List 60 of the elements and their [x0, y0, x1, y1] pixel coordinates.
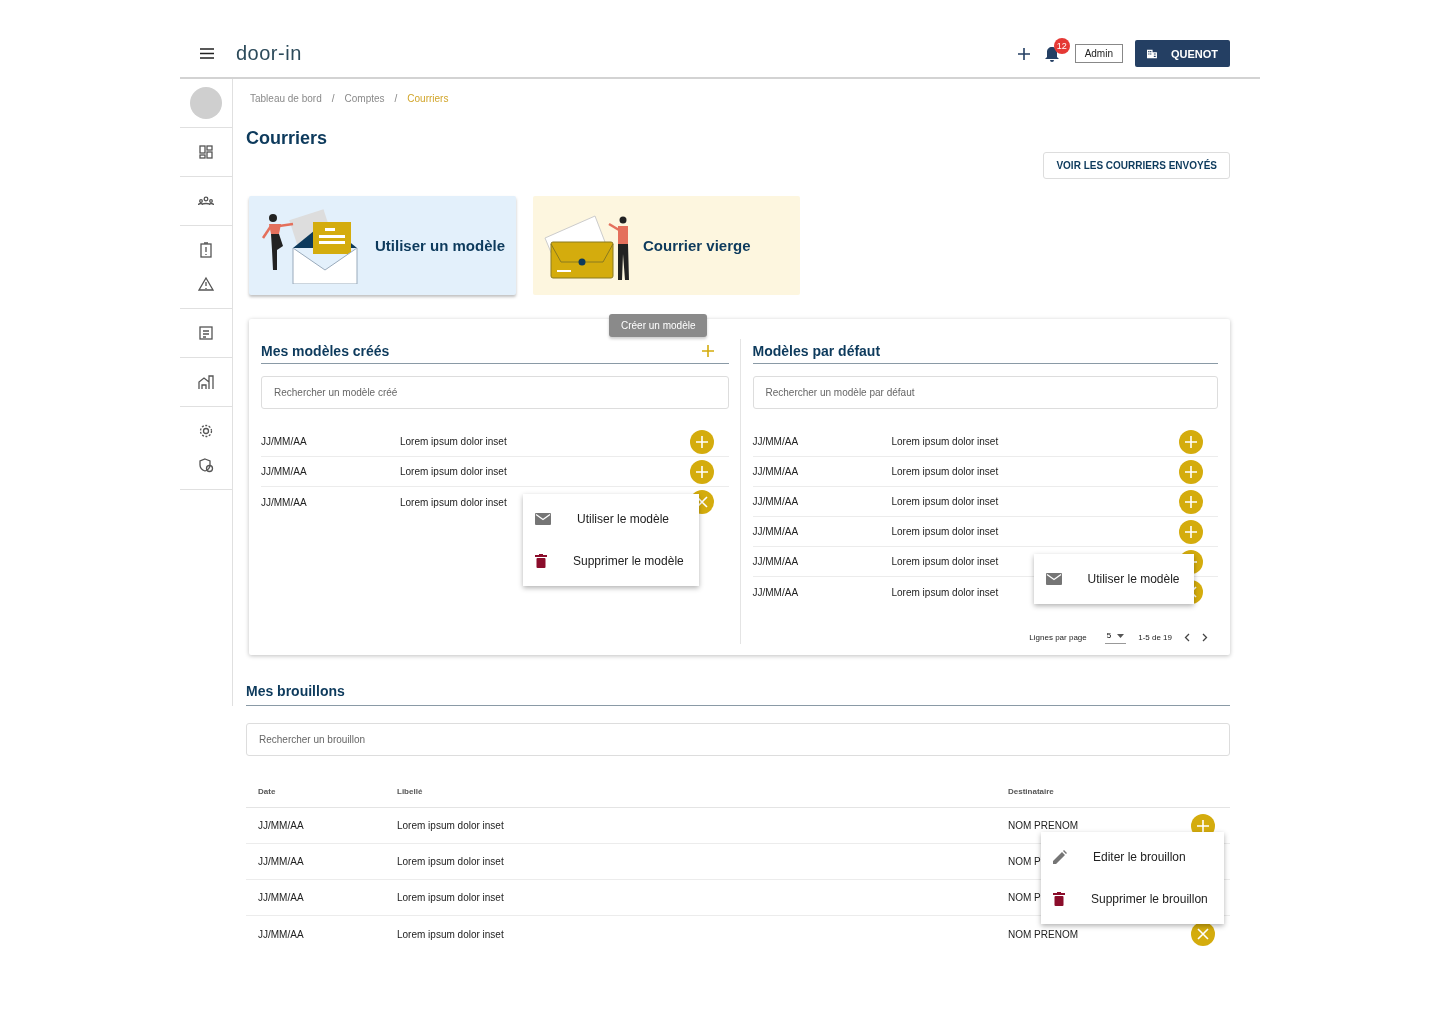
date-cell: JJ/MM/AA	[752, 526, 799, 537]
column-header: Libellé	[397, 787, 424, 796]
menu-item[interactable]: Utiliser le modèle	[1033, 558, 1194, 600]
breadcrumb-separator: /	[331, 93, 335, 104]
column-header: Date	[258, 787, 277, 796]
menu-item[interactable]: Supprimer le modèle	[523, 540, 699, 582]
rows-per-page-select[interactable]: 5	[1104, 631, 1127, 644]
date-cell: JJ/MM/AA	[752, 466, 799, 477]
section-title: Mes modèles créés	[261, 343, 390, 359]
date-cell: JJ/MM/AA	[261, 496, 307, 508]
menu-item[interactable]: Supprimer le brouillon	[1041, 878, 1224, 920]
section-title: Mes brouillons	[246, 683, 346, 699]
page-range: 1-5 de 19	[1138, 633, 1172, 642]
recipient-cell: NOM P	[1008, 892, 1041, 903]
label-cell: Lorem ipsum dolor inset	[400, 436, 507, 447]
label-cell: Lorem ipsum dolor inset	[397, 820, 504, 831]
date-cell: JJ/MM/AA	[752, 496, 799, 507]
menu-item[interactable]: Editer le brouillon	[1041, 836, 1224, 878]
recipient-cell: NOM P	[1008, 856, 1041, 867]
menu-item[interactable]: Utiliser le modèle	[523, 498, 699, 540]
date-cell: JJ/MM/AA	[258, 856, 304, 867]
label-cell: Lorem ipsum dolor inset	[400, 496, 507, 508]
breadcrumb-link[interactable]: Comptes	[344, 93, 385, 104]
date-cell: JJ/MM/AA	[752, 586, 799, 598]
search-field[interactable]: Rechercher un modèle créé	[261, 376, 729, 409]
role-label: Admin	[1074, 44, 1123, 63]
sent-mail-button[interactable]: VOIR LES COURRIERS ENVOYÉS	[1043, 152, 1230, 179]
date-cell: JJ/MM/AA	[258, 892, 304, 903]
label-cell: Lorem ipsum dolor inset	[397, 892, 504, 903]
date-cell: JJ/MM/AA	[752, 436, 799, 447]
action-card[interactable]: Utiliser un modèle	[249, 196, 516, 295]
action-card[interactable]: Courrier vierge	[533, 196, 800, 295]
search-field[interactable]: Rechercher un brouillon	[246, 723, 1230, 756]
rows-per-page-label: Lignes par page	[1029, 633, 1087, 642]
section-title: Modèles par défaut	[752, 343, 881, 359]
date-cell: JJ/MM/AA	[258, 928, 304, 940]
label-cell: Lorem ipsum dolor inset	[891, 496, 999, 507]
notification-badge: 12	[1053, 37, 1070, 54]
date-cell: JJ/MM/AA	[258, 820, 304, 831]
page-title: Courriers	[246, 128, 329, 149]
breadcrumb-separator: /	[394, 93, 398, 104]
account-button[interactable]: QUENOT	[1135, 40, 1230, 67]
date-cell: JJ/MM/AA	[261, 436, 307, 447]
search-field[interactable]: Rechercher un modèle par défaut	[752, 376, 1218, 409]
column-header: Destinataire	[1008, 787, 1055, 796]
recipient-cell: NOM PRENOM	[1008, 928, 1078, 940]
date-cell: JJ/MM/AA	[261, 466, 307, 477]
date-cell: JJ/MM/AA	[752, 556, 799, 567]
label-cell: Lorem ipsum dolor inset	[397, 856, 504, 867]
tooltip: Créer un modèle	[609, 314, 708, 337]
label-cell: Lorem ipsum dolor inset	[397, 928, 504, 940]
label-cell: Lorem ipsum dolor inset	[400, 466, 507, 477]
label-cell: Lorem ipsum dolor inset	[891, 526, 999, 537]
label-cell: Lorem ipsum dolor inset	[891, 466, 999, 477]
label-cell: Lorem ipsum dolor inset	[891, 586, 999, 598]
label-cell: Lorem ipsum dolor inset	[891, 436, 999, 447]
recipient-cell: NOM PRENOM	[1008, 820, 1078, 831]
breadcrumb-link[interactable]: Tableau de bord	[250, 93, 322, 104]
logo: door-in	[236, 42, 302, 65]
label-cell: Lorem ipsum dolor inset	[891, 556, 999, 567]
